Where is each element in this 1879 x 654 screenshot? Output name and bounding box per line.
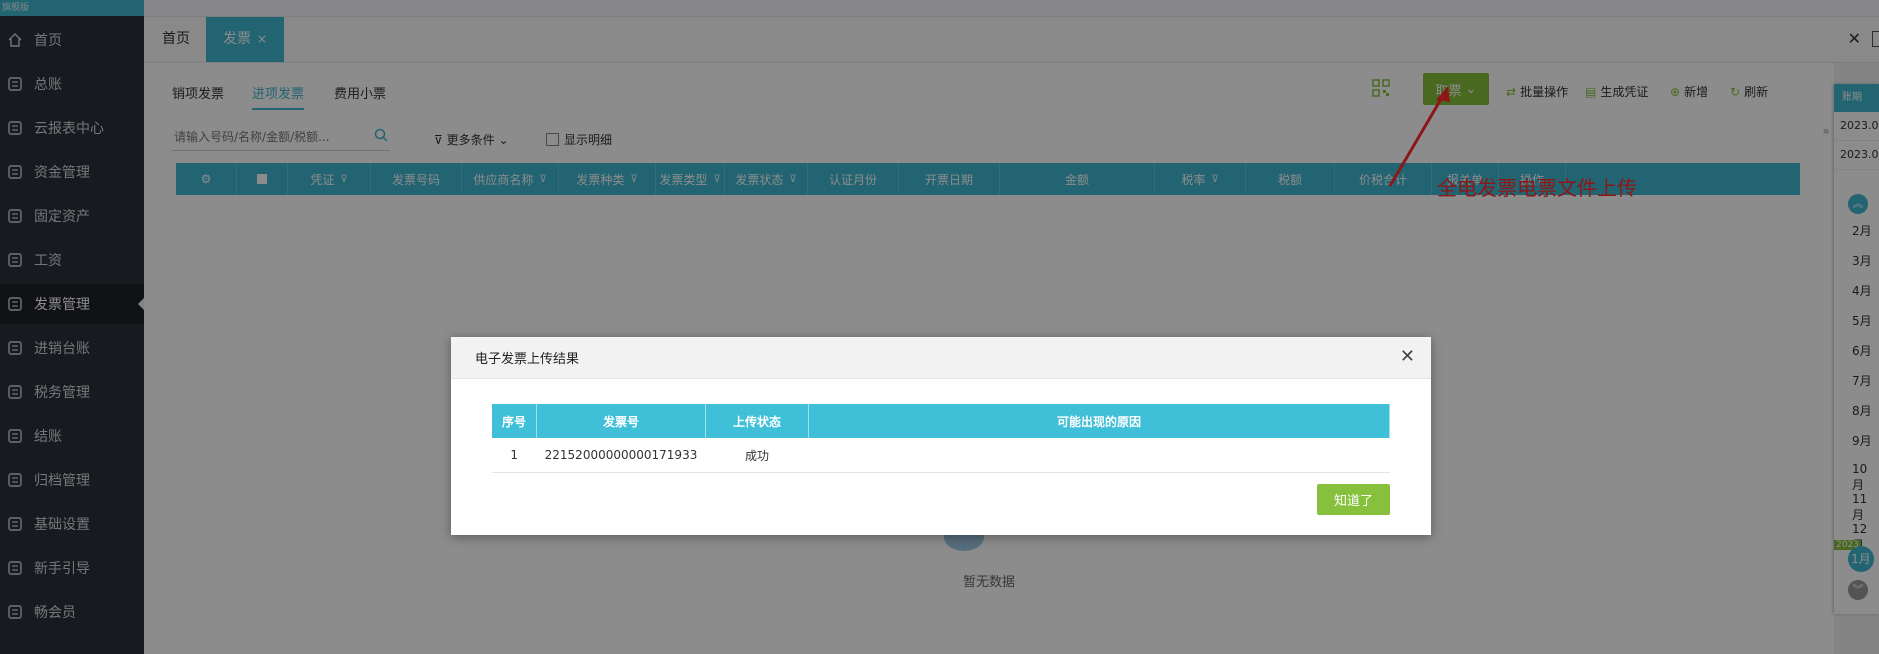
row-seq: 1 xyxy=(492,438,537,473)
column-header-invoice-no: 发票号 xyxy=(536,404,706,438)
modal-overlay[interactable] xyxy=(0,0,1879,654)
upload-result-table: 序号 发票号 上传状态 可能出现的原因 1 221520000000001719… xyxy=(492,404,1390,473)
acknowledge-button[interactable]: 知道了 xyxy=(1317,484,1390,515)
column-header-seq: 序号 xyxy=(492,404,537,438)
column-header-reason: 可能出现的原因 xyxy=(808,404,1390,438)
dialog-header: 电子发票上传结果 xyxy=(451,337,1431,379)
table-row: 1 22152000000000171933 成功 xyxy=(492,438,1390,473)
column-header-upload-status: 上传状态 xyxy=(705,404,809,438)
upload-result-dialog: 电子发票上传结果 ✕ 序号 发票号 上传状态 可能出现的原因 1 2215200… xyxy=(451,337,1431,535)
close-icon[interactable]: ✕ xyxy=(1400,346,1415,367)
row-upload-status: 成功 xyxy=(705,438,809,473)
dialog-title: 电子发票上传结果 xyxy=(475,352,580,367)
row-invoice-no: 22152000000000171933 xyxy=(536,438,706,473)
row-reason xyxy=(808,438,1390,473)
